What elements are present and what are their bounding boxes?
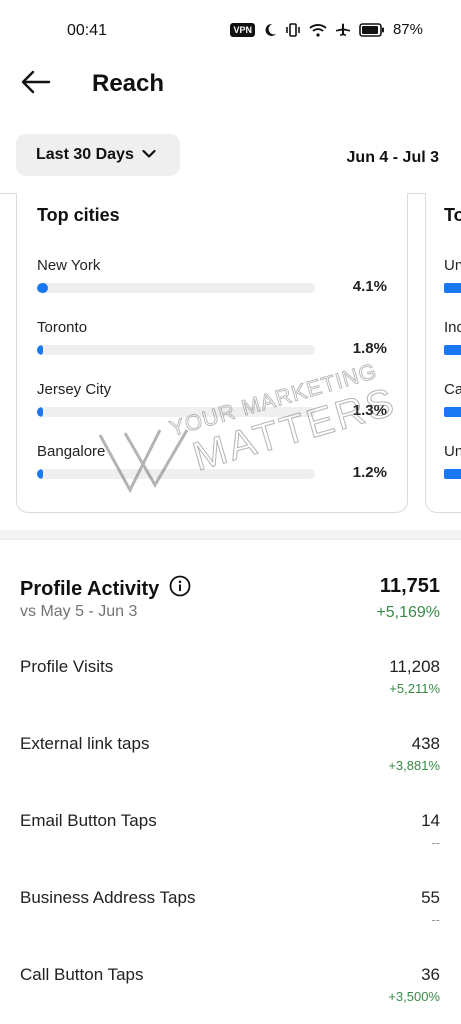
country-row: Ca <box>444 381 461 441</box>
metric-change: +3,881% <box>388 758 440 773</box>
date-range-text: Jun 4 - Jul 3 <box>346 149 439 166</box>
country-bar <box>444 345 461 355</box>
city-bar-fill <box>37 407 43 417</box>
status-time: 00:41 <box>67 22 108 39</box>
date-range-dropdown[interactable]: Last 30 Days <box>16 134 180 176</box>
moon-icon <box>263 23 277 37</box>
wifi-icon <box>309 23 327 37</box>
country-row: Un <box>444 257 461 317</box>
country-bar <box>444 283 461 293</box>
metric-row-email-button-taps[interactable]: Email Button Taps 14 -- <box>0 811 461 871</box>
city-name: Bangalore <box>37 443 106 460</box>
metric-change: -- <box>431 912 440 927</box>
back-button[interactable] <box>18 68 54 100</box>
profile-activity-comparison: vs May 5 - Jun 3 <box>20 603 138 620</box>
country-bar <box>444 407 461 417</box>
info-icon[interactable] <box>169 575 191 603</box>
metric-change: -- <box>431 835 440 850</box>
metric-change: +3,500% <box>388 989 440 1004</box>
profile-activity-header: Profile Activity <box>20 575 191 603</box>
country-row: Un <box>444 443 461 503</box>
city-bar-track <box>37 283 315 293</box>
city-bar-fill <box>37 345 43 355</box>
chevron-down-icon <box>142 146 156 164</box>
arrow-left-icon <box>21 70 51 99</box>
city-bar-track <box>37 407 315 417</box>
metric-value: 14 <box>421 811 440 830</box>
city-bar-track <box>37 345 315 355</box>
country-row: Ind <box>444 319 461 379</box>
reach-screen: 00:41 VPN 87% Reach Last 30 Days Jun 4 -… <box>0 0 461 1024</box>
country-bar <box>444 469 461 479</box>
city-row: Jersey City 1.3% <box>17 381 407 441</box>
airplane-icon <box>335 22 351 38</box>
metric-label: Business Address Taps <box>20 888 196 907</box>
battery-percent: 87% <box>392 21 423 38</box>
country-name: Un <box>444 257 461 274</box>
profile-activity-change: +5,169% <box>376 604 440 621</box>
city-bar-fill <box>37 283 48 293</box>
metric-row-profile-visits[interactable]: Profile Visits 11,208 +5,211% <box>0 657 461 717</box>
city-percent: 1.3% <box>352 402 387 419</box>
country-name: Ind <box>444 319 461 336</box>
battery-icon <box>359 22 385 37</box>
city-row: Bangalore 1.2% <box>17 443 407 503</box>
metric-value: 11,208 <box>389 657 440 676</box>
section-separator <box>0 530 461 540</box>
vpn-badge: VPN <box>230 22 255 37</box>
metric-row-call-button-taps[interactable]: Call Button Taps 36 +3,500% <box>0 965 461 1024</box>
status-bar: 00:41 VPN 87% <box>0 0 461 60</box>
card-title: Top cities <box>37 205 120 225</box>
country-name: Un <box>444 443 461 460</box>
city-bar-track <box>37 469 315 479</box>
metric-value: 36 <box>421 965 440 984</box>
metric-value: 438 <box>411 734 440 753</box>
city-name: New York <box>37 257 101 274</box>
city-name: Jersey City <box>37 381 112 398</box>
city-bar-fill <box>37 469 43 479</box>
profile-activity-total: 11,751 <box>379 575 440 597</box>
country-name: Ca <box>444 381 461 398</box>
city-percent: 1.2% <box>352 464 387 481</box>
top-countries-card[interactable]: To Un Ind Ca Un <box>425 193 461 513</box>
metric-change: +5,211% <box>389 681 440 696</box>
metric-label: Email Button Taps <box>20 811 157 830</box>
top-cities-card[interactable]: Top cities New York 4.1% Toronto 1.8% Je… <box>16 193 408 513</box>
profile-activity-title: Profile Activity <box>20 577 160 600</box>
city-percent: 4.1% <box>352 278 387 295</box>
card-title: To <box>444 205 461 225</box>
vibrate-icon <box>285 22 301 37</box>
metric-label: Profile Visits <box>20 657 114 676</box>
page-title: Reach <box>92 70 165 97</box>
metric-label: Call Button Taps <box>20 965 144 984</box>
metric-row-external-link-taps[interactable]: External link taps 438 +3,881% <box>0 734 461 794</box>
header: Reach <box>0 60 461 110</box>
status-icons: VPN 87% <box>230 21 423 38</box>
metric-row-business-address-taps[interactable]: Business Address Taps 55 -- <box>0 888 461 948</box>
city-row: New York 4.1% <box>17 257 407 317</box>
metric-value: 55 <box>421 888 440 907</box>
date-range-dropdown-label: Last 30 Days <box>36 146 134 163</box>
city-row: Toronto 1.8% <box>17 319 407 379</box>
metric-label: External link taps <box>20 734 150 753</box>
city-percent: 1.8% <box>352 340 387 357</box>
city-name: Toronto <box>37 319 88 336</box>
